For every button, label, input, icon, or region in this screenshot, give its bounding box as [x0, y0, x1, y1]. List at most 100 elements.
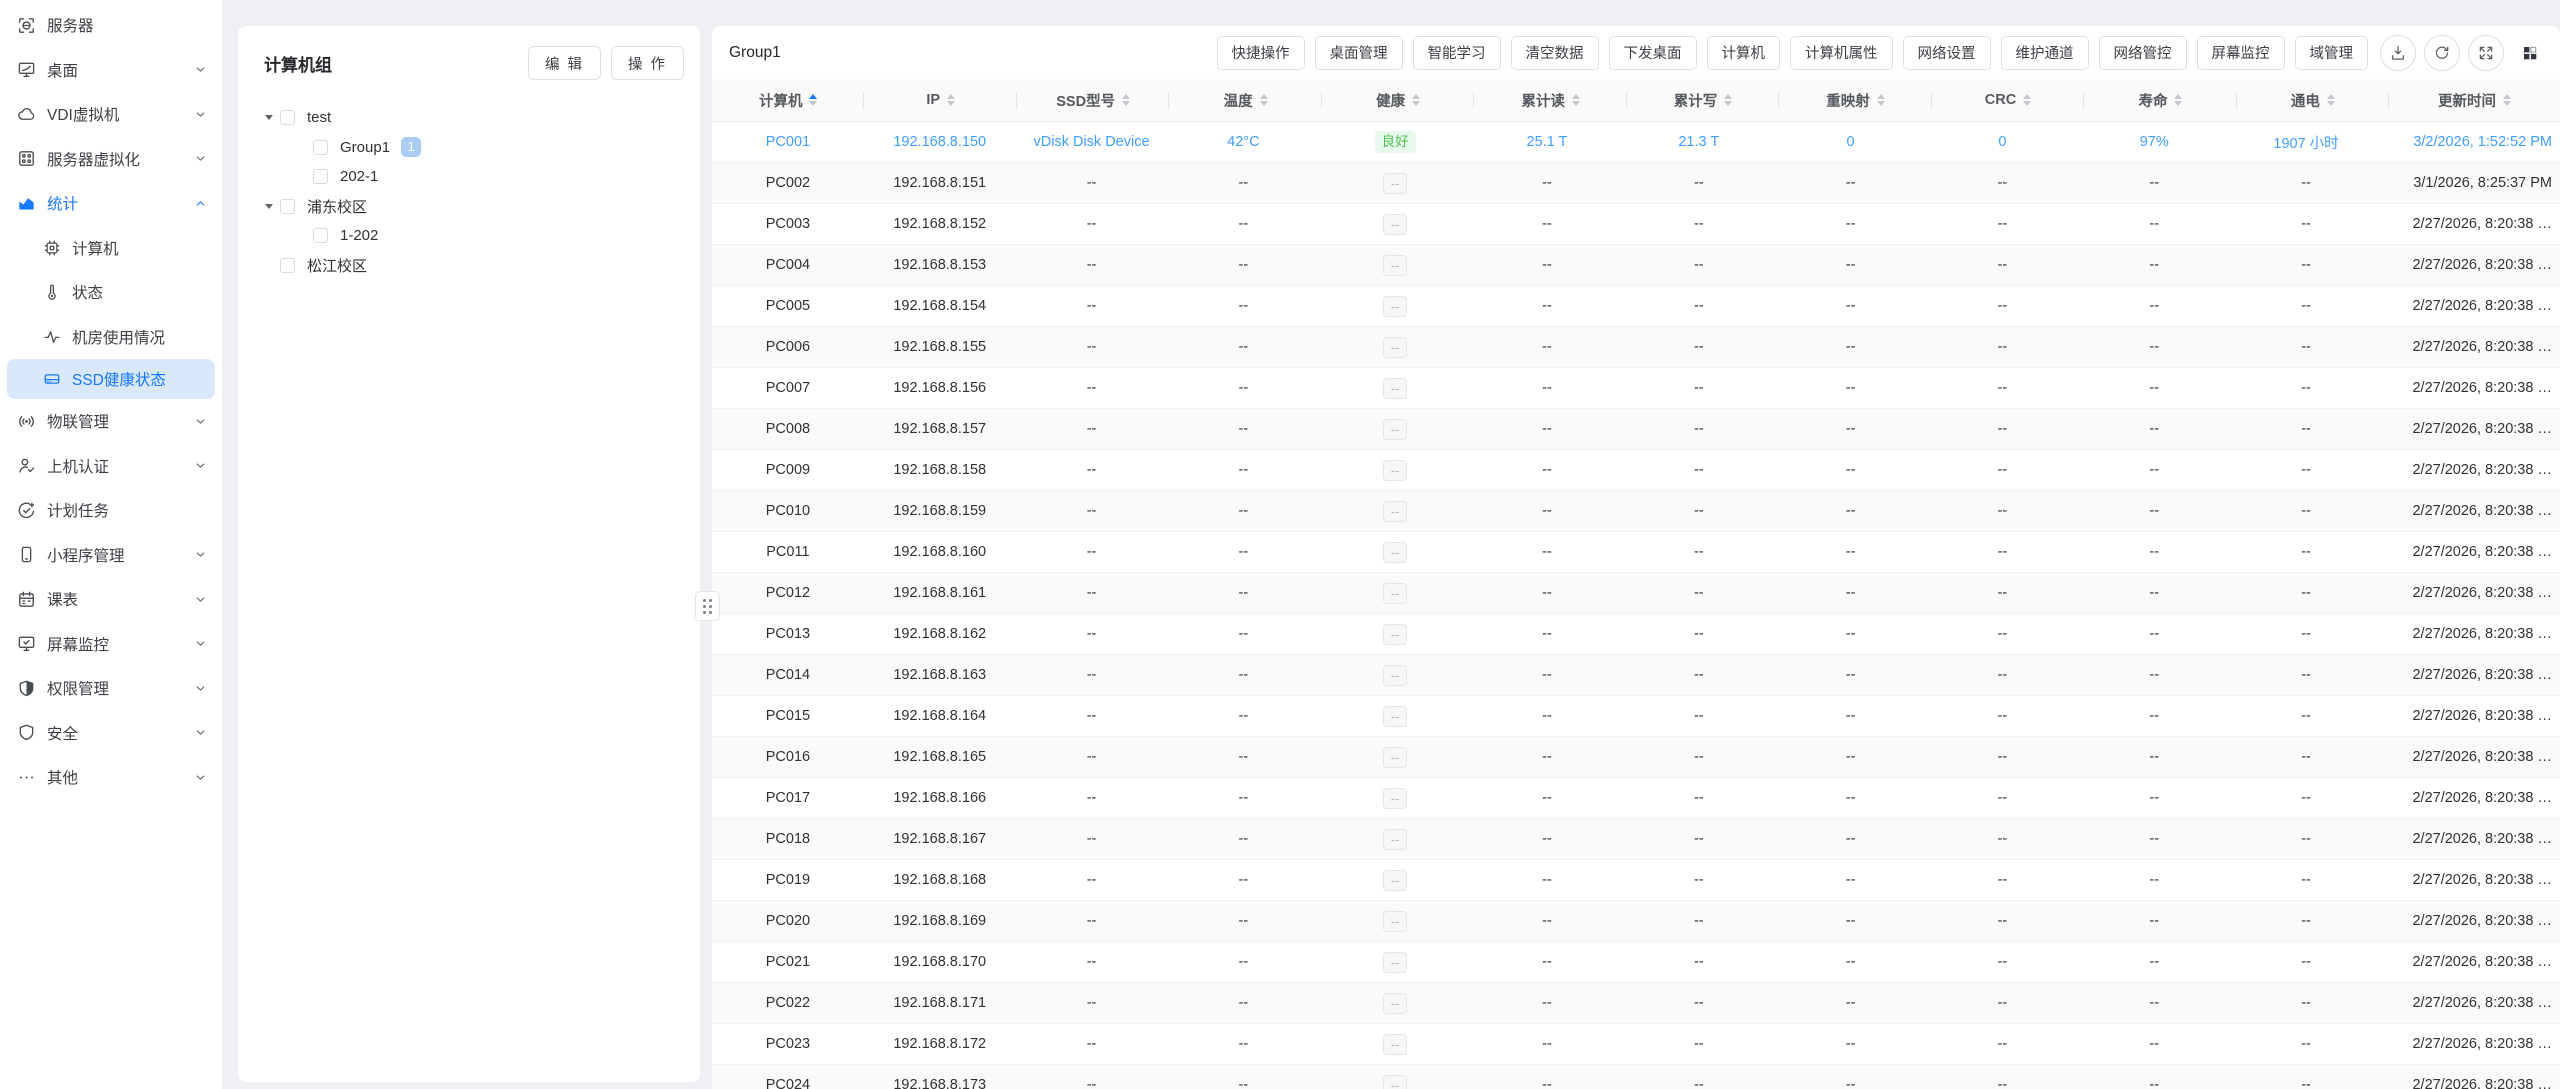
table-row[interactable]: PC005192.168.8.154------------------2/27… — [712, 286, 2560, 327]
cell-power-on[interactable]: 1907 小时 — [2230, 132, 2382, 153]
sidebar-item-server-virtualization[interactable]: 服务器虚拟化 — [0, 137, 222, 182]
table-row[interactable]: PC013192.168.8.162------------------2/27… — [712, 614, 2560, 655]
cell-ip[interactable]: 192.168.8.150 — [864, 134, 1016, 150]
column-header-total-write[interactable]: 累计写 — [1627, 79, 1779, 121]
table-row[interactable]: PC024192.168.8.173------------------2/27… — [712, 1065, 2560, 1089]
sidebar-subitem-status[interactable]: 状态 — [0, 270, 222, 315]
column-header-lifespan[interactable]: 寿命 — [2084, 79, 2236, 121]
tree-node-1-202[interactable]: 1-202 — [238, 221, 700, 251]
column-header-temperature[interactable]: 温度 — [1169, 79, 1321, 121]
table-row[interactable]: PC023192.168.8.172------------------2/27… — [712, 1024, 2560, 1065]
table-row[interactable]: PC015192.168.8.164------------------2/27… — [712, 696, 2560, 737]
sidebar-subitem-computers[interactable]: 计算机 — [0, 226, 222, 271]
tree-node-checkbox[interactable] — [313, 169, 328, 184]
table-row[interactable]: PC011192.168.8.160------------------2/27… — [712, 532, 2560, 573]
column-header-ssd-model[interactable]: SSD型号 — [1017, 79, 1169, 121]
table-row[interactable]: PC019192.168.8.168------------------2/27… — [712, 860, 2560, 901]
sidebar-item-statistics[interactable]: 统计 — [0, 181, 222, 226]
sidebar-item-scheduled-tasks[interactable]: 计划任务 — [0, 488, 222, 533]
table-row[interactable]: PC020192.168.8.169------------------2/27… — [712, 901, 2560, 942]
column-header-total-read[interactable]: 累计读 — [1474, 79, 1626, 121]
domain-management-button[interactable]: 域管理 — [2295, 36, 2369, 70]
table-row[interactable]: PC001192.168.8.150vDisk Disk Device42°C良… — [712, 122, 2560, 163]
table-row[interactable]: PC012192.168.8.161------------------2/27… — [712, 573, 2560, 614]
smart-learning-button[interactable]: 智能学习 — [1413, 36, 1501, 70]
table-row[interactable]: PC006192.168.8.155------------------2/27… — [712, 327, 2560, 368]
sidebar-item-desktop[interactable]: 桌面 — [0, 48, 222, 93]
tree-node-checkbox[interactable] — [280, 258, 295, 273]
sidebar-item-others[interactable]: 其他 — [0, 755, 222, 800]
tree-node-checkbox[interactable] — [280, 199, 295, 214]
screen-monitor-button[interactable]: 屏幕监控 — [2197, 36, 2285, 70]
tree-node-checkbox[interactable] — [313, 140, 328, 155]
sidebar-item-mini-app-management[interactable]: 小程序管理 — [0, 533, 222, 578]
sort-carets-icon[interactable] — [2503, 94, 2511, 107]
push-desktop-button[interactable]: 下发桌面 — [1609, 36, 1697, 70]
panel-splitter-handle[interactable] — [695, 591, 720, 621]
clear-data-button[interactable]: 清空数据 — [1511, 36, 1599, 70]
desktop-management-button[interactable]: 桌面管理 — [1315, 36, 1403, 70]
cell-remap[interactable]: 0 — [1775, 134, 1927, 150]
table-row[interactable]: PC010192.168.8.159------------------2/27… — [712, 491, 2560, 532]
refresh-button[interactable] — [2424, 35, 2460, 71]
table-row[interactable]: PC021192.168.8.170------------------2/27… — [712, 942, 2560, 983]
tree-node-松江校区[interactable]: 松江校区 — [238, 251, 700, 281]
sort-carets-icon[interactable] — [1724, 94, 1732, 107]
computer-button[interactable]: 计算机 — [1707, 36, 1781, 70]
sidebar-item-timetable[interactable]: 课表 — [0, 577, 222, 622]
edit-button[interactable]: 编 辑 — [528, 46, 601, 80]
sidebar-item-vdi-vm[interactable]: VDI虚拟机 — [0, 92, 222, 137]
sort-carets-icon[interactable] — [2327, 94, 2335, 107]
table-row[interactable]: PC018192.168.8.167------------------2/27… — [712, 819, 2560, 860]
column-header-remap[interactable]: 重映射 — [1779, 79, 1931, 121]
table-row[interactable]: PC007192.168.8.156------------------2/27… — [712, 368, 2560, 409]
cell-temperature[interactable]: 42°C — [1167, 134, 1319, 150]
sidebar-item-login-auth[interactable]: 上机认证 — [0, 444, 222, 489]
tree-node-202-1[interactable]: 202-1 — [238, 162, 700, 192]
column-header-ip[interactable]: IP — [864, 79, 1016, 121]
action-button[interactable]: 操 作 — [611, 46, 684, 80]
quick-actions-button[interactable]: 快捷操作 — [1217, 36, 1305, 70]
cell-total-write[interactable]: 21.3 T — [1623, 134, 1775, 150]
sidebar-item-screen-monitoring[interactable]: 屏幕监控 — [0, 622, 222, 667]
tree-expand-caret-icon[interactable] — [262, 199, 276, 213]
cell-updated[interactable]: 3/2/2026, 1:52:52 PM — [2382, 134, 2560, 150]
computer-properties-button[interactable]: 计算机属性 — [1790, 36, 1893, 70]
sidebar-subitem-room-usage[interactable]: 机房使用情况 — [0, 315, 222, 360]
column-header-health[interactable]: 健康 — [1322, 79, 1474, 121]
tree-node-checkbox[interactable] — [313, 228, 328, 243]
sort-carets-icon[interactable] — [1877, 94, 1885, 107]
table-row[interactable]: PC017192.168.8.166------------------2/27… — [712, 778, 2560, 819]
network-control-button[interactable]: 网络管控 — [2099, 36, 2187, 70]
maintenance-channel-button[interactable]: 维护通道 — [2001, 36, 2089, 70]
table-row[interactable]: PC003192.168.8.152------------------2/27… — [712, 204, 2560, 245]
sort-carets-icon[interactable] — [2023, 94, 2031, 107]
sort-carets-icon[interactable] — [1122, 94, 1130, 107]
column-header-updated[interactable]: 更新时间 — [2389, 79, 2560, 121]
sidebar-item-permission-management[interactable]: 权限管理 — [0, 666, 222, 711]
table-row[interactable]: PC002192.168.8.151------------------3/1/… — [712, 163, 2560, 204]
cell-ssd-model[interactable]: vDisk Disk Device — [1016, 134, 1168, 150]
sort-carets-icon[interactable] — [1260, 94, 1268, 107]
table-row[interactable]: PC004192.168.8.153------------------2/27… — [712, 245, 2560, 286]
cell-computer[interactable]: PC001 — [712, 134, 864, 150]
cell-total-read[interactable]: 25.1 T — [1471, 134, 1623, 150]
network-settings-button[interactable]: 网络设置 — [1903, 36, 1991, 70]
fullscreen-button[interactable] — [2468, 35, 2504, 71]
tree-expand-caret-icon[interactable] — [262, 111, 276, 125]
sort-carets-icon[interactable] — [1412, 94, 1420, 107]
column-header-crc[interactable]: CRC — [1932, 79, 2084, 121]
table-row[interactable]: PC022192.168.8.171------------------2/27… — [712, 983, 2560, 1024]
tree-node-Group1[interactable]: Group11 — [238, 133, 700, 163]
sidebar-item-iot-management[interactable]: 物联管理 — [0, 399, 222, 444]
sort-carets-icon[interactable] — [809, 94, 817, 107]
cell-lifespan[interactable]: 97% — [2078, 134, 2230, 150]
sidebar-item-server[interactable]: 服务器 — [0, 3, 222, 48]
table-row[interactable]: PC008192.168.8.157------------------2/27… — [712, 409, 2560, 450]
column-header-computer[interactable]: 计算机 — [712, 79, 864, 121]
column-header-power-on[interactable]: 通电 — [2237, 79, 2389, 121]
tree-node-checkbox[interactable] — [280, 110, 295, 125]
table-row[interactable]: PC009192.168.8.158------------------2/27… — [712, 450, 2560, 491]
sort-carets-icon[interactable] — [1572, 94, 1580, 107]
sort-carets-icon[interactable] — [2174, 94, 2182, 107]
